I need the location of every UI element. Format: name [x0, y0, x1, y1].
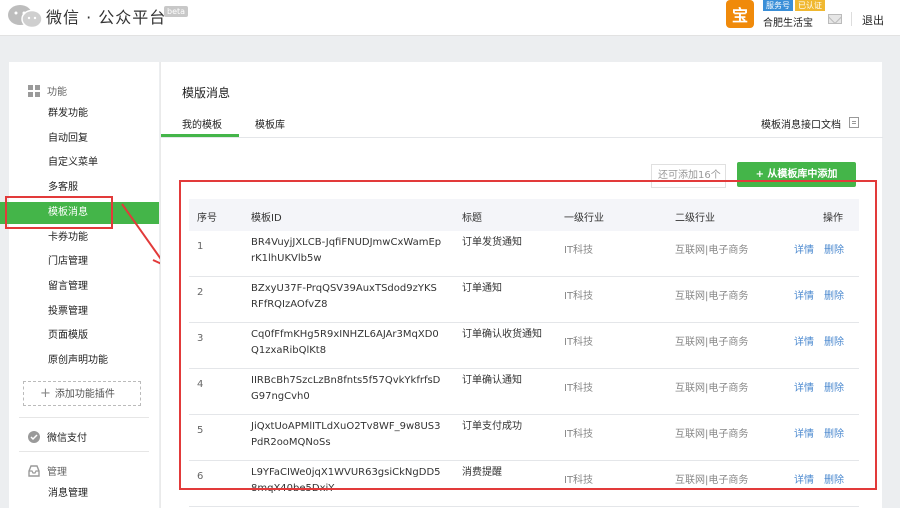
- sidebar-item-mass-send[interactable]: 群发功能: [9, 103, 159, 125]
- top-header: 微信 · 公众平台 beta 宝 服务号 已认证 合肥生活宝 退出: [0, 0, 900, 36]
- tab-bar: 我的模板 模板库 模板消息接口文档: [161, 108, 883, 138]
- plus-icon: +: [40, 386, 51, 401]
- service-account-badge: 服务号: [763, 0, 793, 11]
- add-plugin-button[interactable]: + 添加功能插件: [23, 381, 141, 406]
- wechat-pay-icon: [28, 431, 40, 443]
- active-tab-indicator: [161, 134, 239, 137]
- sidebar-item-page-template[interactable]: 页面模版: [9, 325, 159, 347]
- tab-my-templates[interactable]: 我的模板: [182, 116, 222, 131]
- platform-title[interactable]: 微信 · 公众平台: [46, 4, 166, 28]
- sidebar-section-label: 管理: [47, 467, 67, 478]
- add-plugin-label: 添加功能插件: [54, 389, 115, 400]
- account-name[interactable]: 合肥生活宝: [763, 14, 813, 29]
- beta-badge: beta: [164, 6, 189, 17]
- sidebar-item-original[interactable]: 原创声明功能: [9, 350, 159, 372]
- mail-icon[interactable]: [828, 14, 842, 24]
- sidebar-section-label: 微信支付: [47, 433, 87, 444]
- inbox-icon: [28, 465, 40, 477]
- sidebar-divider: [19, 417, 149, 418]
- sidebar-section-label: 功能: [47, 87, 67, 98]
- grid-icon: [28, 85, 40, 97]
- logout-link[interactable]: 退出: [862, 12, 884, 28]
- annotation-highlight-table: [179, 180, 877, 490]
- wechat-logo-icon[interactable]: [6, 4, 44, 30]
- header-divider: [851, 12, 852, 26]
- account-avatar[interactable]: 宝: [726, 0, 754, 28]
- sidebar-item-custom-menu[interactable]: 自定义菜单: [9, 152, 159, 174]
- document-icon[interactable]: [849, 117, 859, 128]
- doc-link[interactable]: 模板消息接口文档: [761, 116, 841, 131]
- annotation-highlight-sidebar: [5, 196, 113, 229]
- sidebar-item-message-manage[interactable]: 消息管理: [9, 483, 159, 505]
- sidebar-divider: [19, 451, 149, 452]
- sidebar-item-vote[interactable]: 投票管理: [9, 301, 159, 323]
- sidebar: 功能 群发功能 自动回复 自定义菜单 多客服 模板消息 卡券功能 门店管理 留言…: [0, 62, 159, 508]
- verified-badge: 已认证: [795, 0, 825, 11]
- page-title: 模版消息: [182, 86, 231, 100]
- sidebar-item-auto-reply[interactable]: 自动回复: [9, 128, 159, 150]
- tab-template-library[interactable]: 模板库: [255, 116, 285, 131]
